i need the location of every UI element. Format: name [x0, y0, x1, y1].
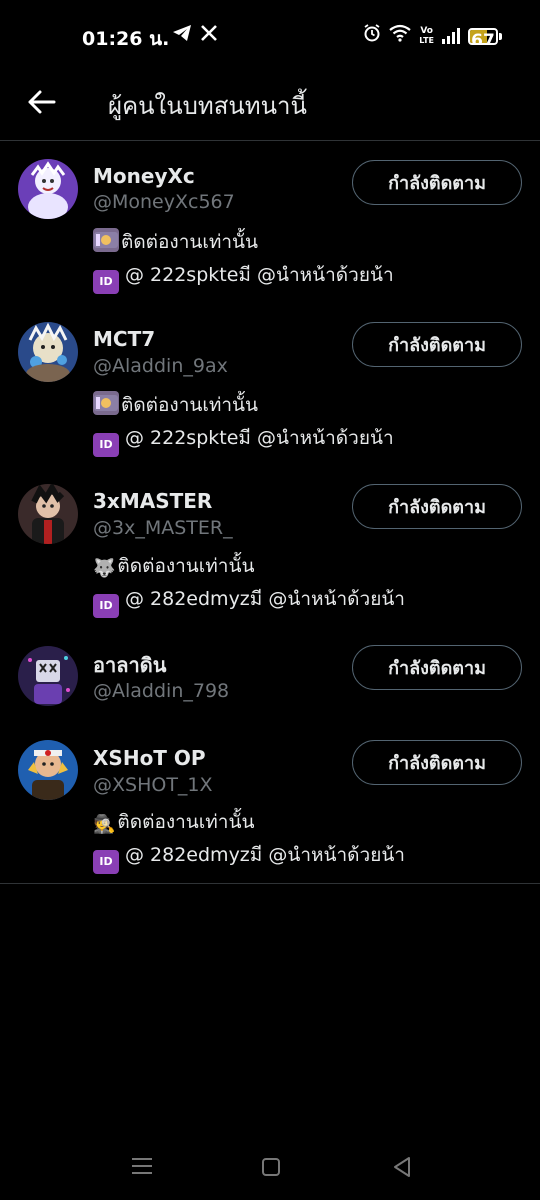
- user-row[interactable]: XSHoT OP @XSHOT_1X กำลังติดตาม 🕵 ติดต่องา…: [0, 724, 540, 884]
- avatar[interactable]: [18, 159, 78, 219]
- user-handle: @Aladdin_798: [93, 680, 230, 702]
- bio-line-1: 🕵 ติดต่องานเท่านั้น: [93, 807, 254, 837]
- user-handle: @3x_MASTER_: [93, 517, 233, 539]
- following-button[interactable]: กำลังติดตาม: [352, 322, 522, 367]
- battery-level: 67: [471, 30, 495, 45]
- page-header: ผู้คนในบทสนทนานี้: [0, 72, 540, 141]
- user-handle: @MoneyXc567: [93, 191, 235, 213]
- volte-line1: Vo: [420, 26, 433, 36]
- bio-line-2: ID @ 222spkteมี @นำหน้าด้วยน้า: [93, 260, 394, 294]
- user-row[interactable]: 3xMASTER @3x_MASTER_ กำลังติดตาม 🐺 ติดต่อ…: [0, 466, 540, 628]
- back-button[interactable]: [24, 84, 60, 120]
- list-divider: [0, 883, 540, 884]
- bio-line-1-text: ติดต่องานเท่านั้น: [117, 555, 255, 577]
- recents-icon[interactable]: [132, 1158, 152, 1178]
- bio-line-2-text: @ 282edmyzมี @นำหน้าด้วยน้า: [125, 588, 405, 610]
- bio-line-1: ติดต่องานเท่านั้น: [93, 390, 258, 420]
- id-emoji: ID: [93, 270, 119, 294]
- bio-line-2: ID @ 222spkteมี @นำหน้าด้วยน้า: [93, 423, 394, 457]
- bio-line-1-text: ติดต่องานเท่านั้น: [121, 394, 259, 416]
- x-icon: [200, 24, 218, 47]
- user-row[interactable]: MoneyXc @MoneyXc567 กำลังติดตาม ติดต่องา…: [0, 142, 540, 304]
- id-emoji: ID: [93, 850, 119, 874]
- bio-line-1-text: ติดต่องานเท่านั้น: [117, 811, 255, 833]
- home-icon[interactable]: [262, 1158, 280, 1176]
- bio-line-1: ติดต่องานเท่านั้น: [93, 227, 258, 257]
- arrow-left-icon: [28, 90, 56, 114]
- bio-line-2-text: @ 222spkteมี @นำหน้าด้วยน้า: [125, 427, 394, 449]
- page-title: ผู้คนในบทสนทนานี้: [108, 92, 307, 120]
- system-nav-bar: [0, 1140, 540, 1200]
- user-name[interactable]: อาลาดิน: [93, 649, 166, 681]
- following-button[interactable]: กำลังติดตาม: [352, 484, 522, 529]
- following-button[interactable]: กำลังติดตาม: [352, 160, 522, 205]
- status-notification-icons: [172, 24, 218, 47]
- user-name[interactable]: XSHoT OP: [93, 746, 206, 770]
- id-emoji: ID: [93, 433, 119, 457]
- money-with-wings-emoji: [93, 228, 119, 252]
- bio-line-2: ID @ 282edmyzมี @นำหน้าด้วยน้า: [93, 584, 405, 618]
- user-row[interactable]: MCT7 @Aladdin_9ax กำลังติดตาม ติดต่องานเ…: [0, 304, 540, 466]
- battery-icon: 67: [468, 27, 502, 45]
- volte-icon: Vo LTE: [419, 26, 434, 46]
- user-handle: @Aladdin_9ax: [93, 355, 228, 377]
- bio-line-2: ID @ 282edmyzมี @นำหน้าด้วยน้า: [93, 840, 405, 874]
- alarm-icon: [363, 24, 381, 48]
- bio-line-1-text: ติดต่องานเท่านั้น: [121, 231, 259, 253]
- id-emoji: ID: [93, 594, 119, 618]
- bio-line-2-text: @ 282edmyzมี @นำหน้าด้วยน้า: [125, 844, 405, 866]
- user-handle: @XSHOT_1X: [93, 774, 213, 796]
- wifi-icon: [389, 24, 411, 48]
- user-name[interactable]: MCT7: [93, 327, 155, 351]
- user-row[interactable]: อาลาดิน @Aladdin_798 กำลังติดตาม: [0, 628, 540, 724]
- status-time: 01:26 น.: [82, 28, 170, 50]
- money-with-wings-emoji: [93, 391, 119, 415]
- volte-line2: LTE: [419, 36, 434, 45]
- avatar[interactable]: [18, 740, 78, 800]
- detective-emoji: 🕵: [93, 814, 116, 835]
- user-name[interactable]: MoneyXc: [93, 164, 195, 188]
- bio-line-2-text: @ 222spkteมี @นำหน้าด้วยน้า: [125, 264, 394, 286]
- avatar[interactable]: [18, 484, 78, 544]
- back-triangle-icon[interactable]: [392, 1156, 412, 1182]
- following-button[interactable]: กำลังติดตาม: [352, 645, 522, 690]
- telegram-icon: [172, 24, 192, 47]
- signal-icon: [442, 28, 460, 44]
- avatar[interactable]: [18, 322, 78, 382]
- following-button[interactable]: กำลังติดตาม: [352, 740, 522, 785]
- avatar[interactable]: [18, 646, 78, 706]
- status-system-icons: Vo LTE 67: [363, 24, 502, 48]
- status-bar: 01:26 น. Vo LTE 67: [0, 0, 540, 72]
- bio-line-1: 🐺 ติดต่องานเท่านั้น: [93, 551, 254, 581]
- wolf-emoji: 🐺: [93, 558, 116, 579]
- user-name[interactable]: 3xMASTER: [93, 489, 212, 513]
